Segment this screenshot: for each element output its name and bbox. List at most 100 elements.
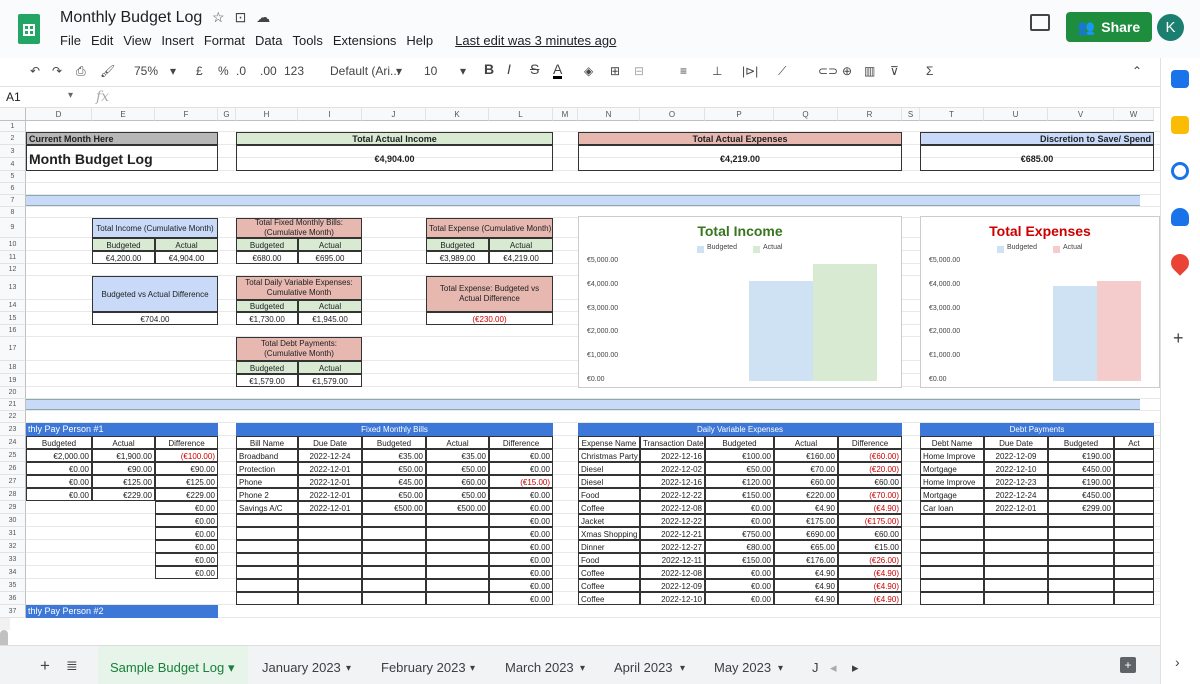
column-header[interactable]: V: [1048, 108, 1114, 121]
tab-may-2023[interactable]: May 2023: [714, 660, 771, 675]
fill-color-icon[interactable]: ◈: [584, 64, 593, 78]
all-sheets-icon[interactable]: ≣: [66, 657, 78, 674]
add-addon-icon[interactable]: +: [1173, 328, 1184, 349]
row-header[interactable]: 13: [0, 276, 26, 300]
column-header[interactable]: N: [578, 108, 640, 121]
row-header[interactable]: 16: [0, 325, 26, 337]
row-header[interactable]: 30: [0, 514, 26, 527]
menu-file[interactable]: File: [60, 33, 86, 49]
menu-data[interactable]: Data: [250, 33, 287, 49]
add-sheet-icon[interactable]: +: [40, 656, 50, 676]
text-wrap-icon[interactable]: |⊳|: [742, 64, 758, 78]
sheets-logo-icon[interactable]: [18, 14, 40, 44]
column-header[interactable]: G: [218, 108, 236, 121]
row-header[interactable]: 4: [0, 158, 26, 171]
row-header[interactable]: 3: [0, 145, 26, 158]
row-header[interactable]: 7: [0, 195, 26, 207]
font-size-select[interactable]: 10: [424, 64, 437, 78]
column-header[interactable]: H: [236, 108, 298, 121]
zoom-select[interactable]: 75%: [134, 64, 158, 78]
print-icon[interactable]: ⎙: [76, 64, 86, 78]
expand-panel-icon[interactable]: ›: [1175, 654, 1180, 670]
contacts-icon[interactable]: [1171, 208, 1189, 226]
horizontal-align-icon[interactable]: ≡: [680, 64, 687, 78]
menu-extensions[interactable]: Extensions: [328, 33, 402, 49]
column-header[interactable]: Q: [774, 108, 838, 121]
font-dropdown-icon[interactable]: ▾: [396, 64, 402, 78]
row-header[interactable]: 9: [0, 218, 26, 238]
column-header[interactable]: T: [920, 108, 984, 121]
merge-cells-icon[interactable]: ⊟: [634, 64, 644, 78]
column-header[interactable]: F: [155, 108, 218, 121]
borders-icon[interactable]: ⊞: [610, 64, 620, 78]
row-header[interactable]: 28: [0, 488, 26, 501]
column-header[interactable]: J: [362, 108, 426, 121]
column-header[interactable]: R: [838, 108, 902, 121]
text-color-button[interactable]: A: [553, 62, 563, 79]
column-header[interactable]: W: [1114, 108, 1154, 121]
chart-bar[interactable]: [1096, 280, 1142, 381]
zoom-dropdown-icon[interactable]: ▾: [170, 64, 176, 78]
tab-april-2023[interactable]: April 2023: [614, 660, 673, 675]
row-header[interactable]: 27: [0, 475, 26, 488]
vertical-scrollbar-thumb[interactable]: [0, 630, 8, 645]
row-header[interactable]: 6: [0, 183, 26, 195]
chart-bar[interactable]: [1052, 286, 1097, 381]
row-header[interactable]: 36: [0, 592, 26, 605]
tasks-icon[interactable]: [1171, 162, 1189, 180]
row-header[interactable]: 37: [0, 605, 26, 618]
tab-february-2023[interactable]: February 2023: [381, 660, 466, 675]
explore-icon[interactable]: +: [1120, 657, 1136, 673]
scroll-tabs-left-icon[interactable]: ◂: [830, 660, 837, 676]
tab-june-2023[interactable]: J: [812, 660, 819, 675]
column-header[interactable]: P: [705, 108, 774, 121]
column-header[interactable]: L: [489, 108, 553, 121]
menu-format[interactable]: Format: [199, 33, 250, 49]
menu-help[interactable]: Help: [401, 33, 438, 49]
row-header[interactable]: 15: [0, 312, 26, 325]
row-header[interactable]: 10: [0, 238, 26, 251]
undo-icon[interactable]: ↶: [30, 64, 40, 78]
row-header[interactable]: 33: [0, 553, 26, 566]
tab-dropdown-icon[interactable]: ▾: [346, 663, 351, 674]
insert-chart-icon[interactable]: ▥: [864, 64, 875, 78]
maps-icon[interactable]: [1167, 250, 1193, 276]
row-header[interactable]: 12: [0, 264, 26, 276]
menu-view[interactable]: View: [118, 33, 156, 49]
chart-container[interactable]: Total Income Budgeted Actual €0.00 €1,000.00…: [578, 216, 902, 388]
row-header[interactable]: 5: [0, 171, 26, 183]
row-header[interactable]: 31: [0, 527, 26, 540]
row-header[interactable]: 1: [0, 121, 26, 132]
tab-sample-budget-log[interactable]: Sample Budget Log: [110, 660, 224, 675]
row-header[interactable]: 32: [0, 540, 26, 553]
row-header[interactable]: 17: [0, 337, 26, 361]
chart-container[interactable]: Total Expenses Budgeted Actual €0.00 €1,000.…: [920, 216, 1160, 388]
row-header[interactable]: 11: [0, 251, 26, 264]
column-header[interactable]: O: [640, 108, 705, 121]
spreadsheet-grid[interactable]: D E F G H I J K L M N O P Q R S T U V W 1 2 3 4 5 6 7 8 9 10 11 12 13 14 1…: [0, 108, 1160, 645]
row-header[interactable]: 8: [0, 207, 26, 218]
row-header[interactable]: 34: [0, 566, 26, 579]
row-header[interactable]: 2: [0, 132, 26, 145]
cloud-status-icon[interactable]: ☁: [256, 9, 270, 26]
functions-icon[interactable]: Σ: [926, 64, 933, 78]
currency-format-button[interactable]: £: [196, 64, 203, 78]
tab-dropdown-icon[interactable]: ▾: [228, 660, 235, 676]
strikethrough-button[interactable]: S: [530, 62, 539, 76]
tab-dropdown-icon[interactable]: ▾: [470, 663, 475, 674]
filter-icon[interactable]: ⊽: [890, 64, 899, 78]
row-header[interactable]: 23: [0, 423, 26, 436]
chart-bar[interactable]: [812, 264, 878, 381]
vertical-align-icon[interactable]: ⊥: [712, 64, 722, 78]
share-button[interactable]: 👥 Share: [1066, 12, 1152, 42]
number-format-button[interactable]: 123: [284, 64, 304, 78]
redo-icon[interactable]: ↷: [52, 64, 62, 78]
column-header[interactable]: M: [553, 108, 578, 121]
insert-link-icon[interactable]: ⊂⊃: [818, 64, 838, 78]
name-box-dropdown-icon[interactable]: ▾: [68, 90, 73, 101]
calendar-icon[interactable]: [1171, 70, 1189, 88]
tab-dropdown-icon[interactable]: ▾: [680, 663, 685, 674]
menu-insert[interactable]: Insert: [156, 33, 199, 49]
document-title[interactable]: Monthly Budget Log: [60, 9, 202, 27]
scroll-tabs-right-icon[interactable]: ▸: [852, 660, 859, 676]
